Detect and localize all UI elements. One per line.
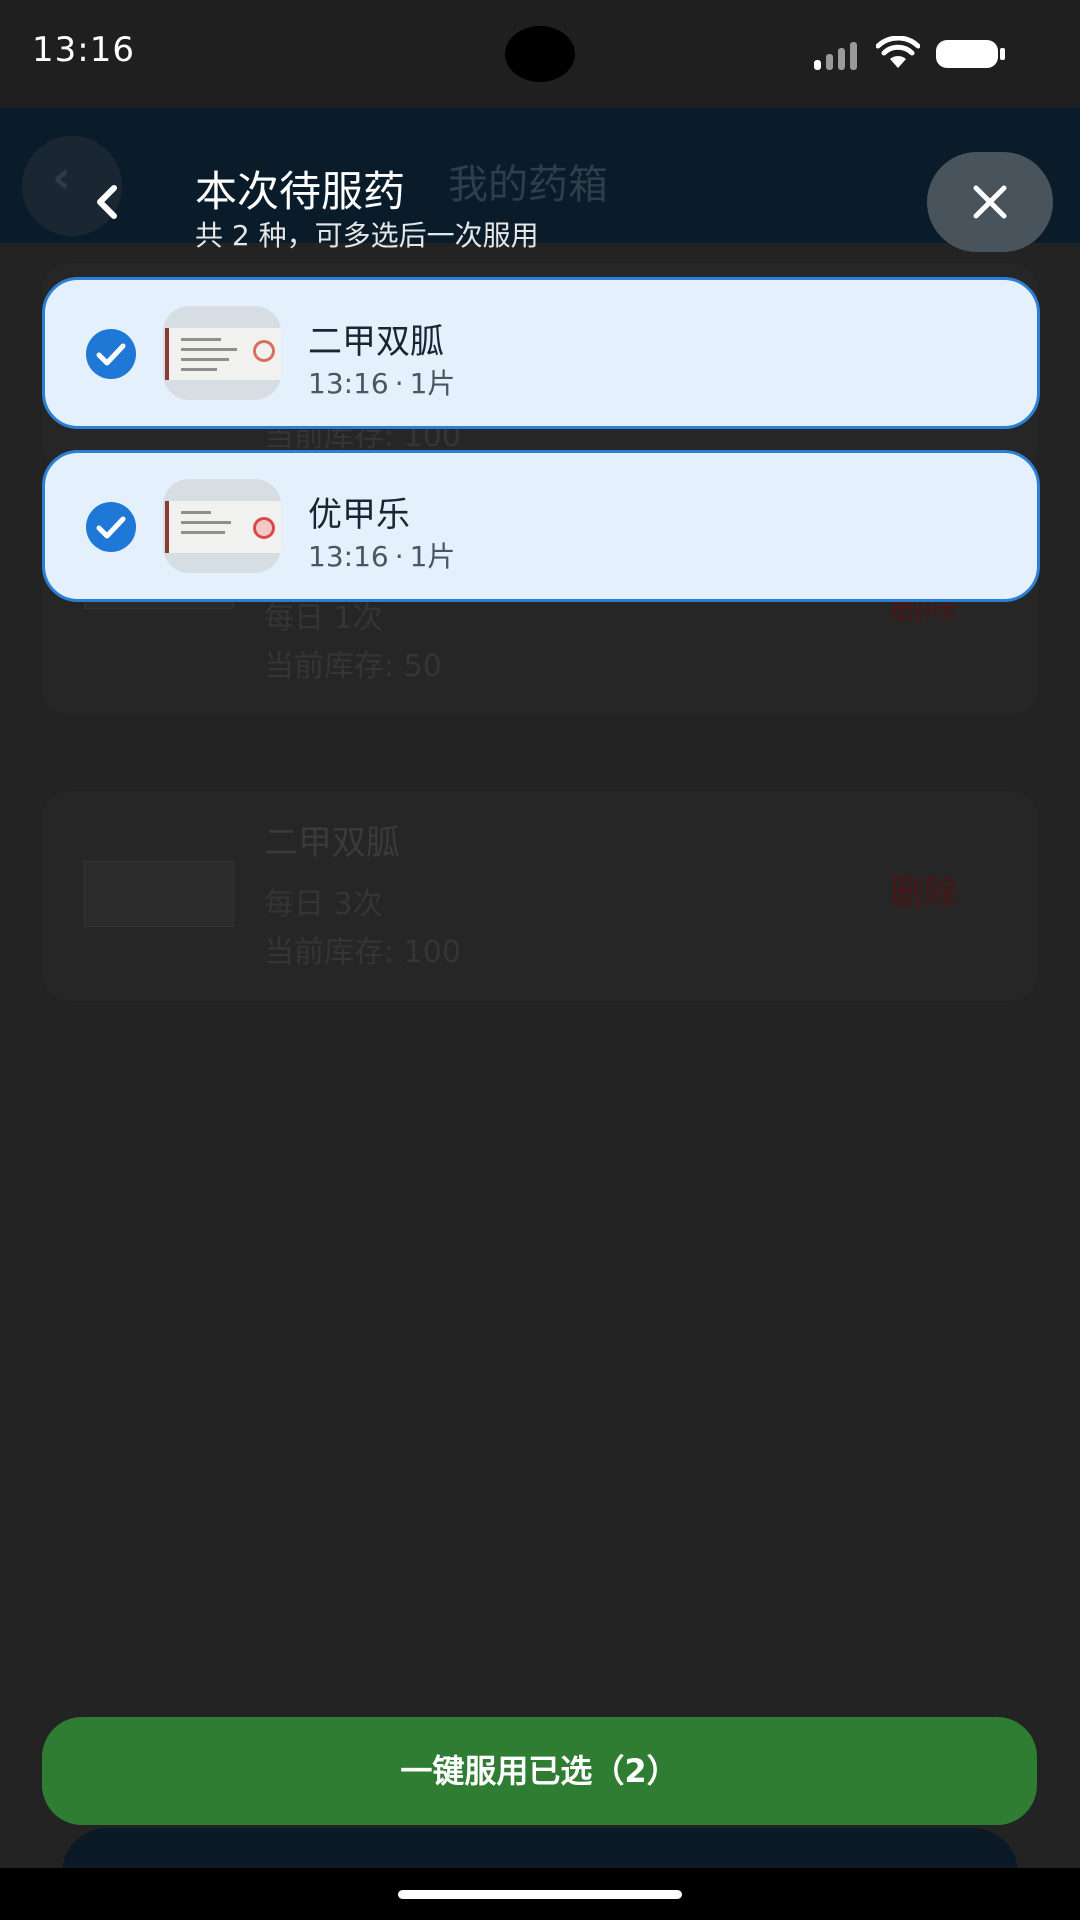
check-circle-icon[interactable] <box>85 328 137 380</box>
status-bar: 13:16 <box>0 0 1080 108</box>
take-selected-label: 一键服用已选（2） <box>400 1752 679 1790</box>
background-card: 二甲双胍 每日 3次 当前库存: 100 删除 <box>42 791 1038 1001</box>
navigation-bar <box>0 1868 1080 1920</box>
medicine-dose: 1片 <box>409 367 456 400</box>
background-header: ‹ 我的药箱 <box>0 108 1080 243</box>
check-circle-icon[interactable] <box>85 501 137 553</box>
background-back-icon: ‹ <box>52 150 71 204</box>
camera-cutout <box>505 26 575 82</box>
background-card-image <box>84 861 234 927</box>
status-time: 13:16 <box>32 30 135 70</box>
signal-icon <box>814 42 857 70</box>
separator: · <box>394 367 404 400</box>
medicine-name: 优甲乐 <box>308 495 410 535</box>
background-card-stock: 当前库存: 50 <box>264 649 442 684</box>
close-icon <box>973 185 1007 219</box>
close-button[interactable] <box>927 152 1053 252</box>
background-card-stock: 当前库存: 100 <box>264 935 461 970</box>
separator: · <box>394 540 404 573</box>
background-card-name: 二甲双胍 <box>264 823 400 863</box>
medicine-schedule: 13:16 · 1片 <box>308 362 455 402</box>
battery-icon <box>936 40 1005 68</box>
wifi-icon <box>876 36 920 68</box>
medicine-dose: 1片 <box>409 540 456 573</box>
medicine-item[interactable]: 优甲乐 13:16 · 1片 <box>42 450 1040 602</box>
background-card-frequency: 每日 3次 <box>264 887 383 922</box>
medicine-time: 13:16 <box>308 540 389 573</box>
take-selected-button[interactable]: 一键服用已选（2） <box>42 1717 1037 1825</box>
medicine-time: 13:16 <box>308 367 389 400</box>
background-title: 我的药箱 <box>448 162 608 208</box>
medicine-thumbnail <box>163 479 281 573</box>
background-delete-button: 删除 <box>890 873 958 913</box>
home-indicator[interactable] <box>398 1890 682 1899</box>
medicine-item[interactable]: 二甲双胍 13:16 · 1片 <box>42 277 1040 429</box>
medicine-schedule: 13:16 · 1片 <box>308 535 455 575</box>
back-icon[interactable] <box>88 182 124 222</box>
medicine-name: 二甲双胍 <box>308 322 444 362</box>
medicine-thumbnail <box>163 306 281 400</box>
sheet-subtitle: 共 2 种，可多选后一次服用 <box>195 219 539 252</box>
sheet-title: 本次待服药 <box>195 167 406 216</box>
